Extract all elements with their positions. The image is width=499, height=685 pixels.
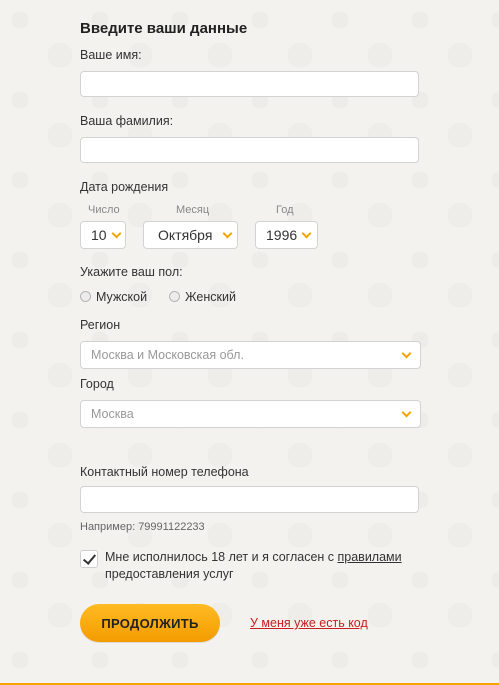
agree-text: Мне исполнилось 18 лет и я согласен с пр… — [105, 549, 425, 583]
chevron-down-icon — [111, 228, 122, 239]
chevron-down-icon — [401, 348, 412, 359]
month-label: Месяц — [176, 204, 210, 216]
gender-female-label[interactable]: Женский — [185, 290, 236, 304]
chevron-down-icon — [222, 228, 233, 239]
last-name-input[interactable] — [80, 137, 419, 163]
year-select[interactable]: 1996 — [255, 221, 318, 249]
first-name-label: Ваше имя: — [80, 48, 142, 62]
day-value: 10 — [91, 227, 107, 243]
city-value: Москва — [91, 407, 134, 421]
have-code-link[interactable]: У меня уже есть код — [250, 616, 368, 630]
city-label: Город — [80, 377, 114, 391]
gender-male-radio[interactable] — [80, 291, 91, 302]
phone-label: Контактный номер телефона — [80, 465, 249, 479]
city-select[interactable]: Москва — [80, 400, 421, 428]
month-select[interactable]: Октября — [143, 221, 238, 249]
month-value: Октября — [158, 227, 213, 243]
phone-input[interactable] — [80, 486, 419, 513]
last-name-label: Ваша фамилия: — [80, 114, 174, 128]
agree-text-after: предоставления услуг — [105, 567, 234, 581]
agree-text-before: Мне исполнилось 18 лет и я согласен с — [105, 550, 338, 564]
continue-button[interactable]: ПРОДОЛЖИТЬ — [80, 604, 220, 642]
checkmark-icon — [82, 551, 97, 565]
rules-link[interactable]: правилами — [338, 550, 402, 564]
form-title: Введите ваши данные — [80, 20, 248, 37]
phone-hint: Например: 79991122233 — [80, 521, 205, 533]
region-value: Москва и Московская обл. — [91, 348, 244, 362]
gender-male-label[interactable]: Мужской — [96, 290, 147, 304]
day-select[interactable]: 10 — [80, 221, 126, 249]
day-label: Число — [88, 204, 120, 216]
year-value: 1996 — [266, 227, 298, 243]
gender-label: Укажите ваш пол: — [80, 265, 183, 279]
chevron-down-icon — [301, 228, 312, 239]
first-name-input[interactable] — [80, 71, 419, 97]
registration-form: Введите ваши данные Ваше имя: Ваша фамил… — [0, 0, 499, 685]
chevron-down-icon — [401, 407, 412, 418]
year-label: Год — [276, 204, 294, 216]
birth-date-label: Дата рождения — [80, 180, 169, 194]
gender-female-radio[interactable] — [169, 291, 180, 302]
agree-checkbox[interactable] — [80, 550, 98, 568]
region-label: Регион — [80, 318, 121, 332]
region-select[interactable]: Москва и Московская обл. — [80, 341, 421, 369]
